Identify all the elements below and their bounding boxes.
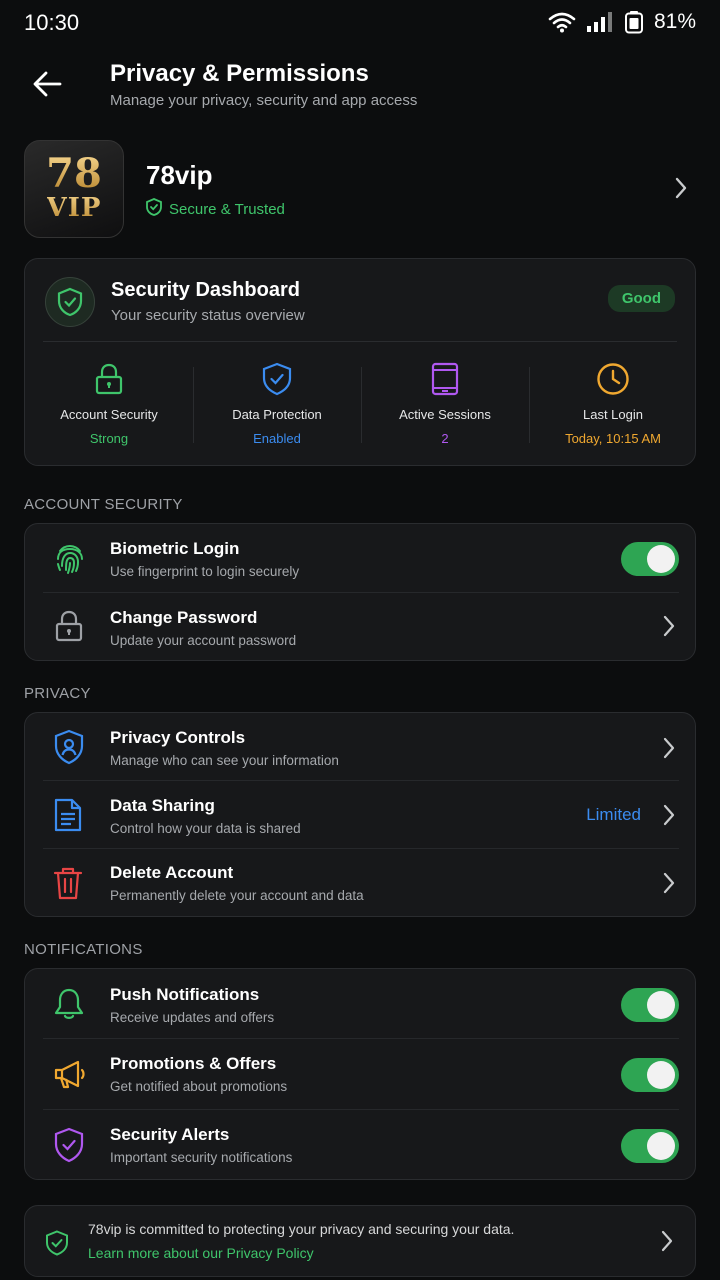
status-time: 10:30 xyxy=(24,10,80,35)
privacy-policy-banner[interactable]: 78vip is committed to protecting your pr… xyxy=(24,1205,696,1277)
stat-label: Active Sessions xyxy=(399,407,491,422)
security-dashboard: Security Dashboard Your security status … xyxy=(24,258,696,466)
account-security-card: Biometric Login Use fingerprint to login… xyxy=(24,523,696,661)
shield-check-icon xyxy=(262,359,292,399)
stat-last-login[interactable]: Last Login Today, 10:15 AM xyxy=(529,359,697,455)
lock-icon xyxy=(94,359,124,399)
document-icon xyxy=(53,797,83,838)
section-heading-account-security: ACCOUNT SECURITY xyxy=(24,496,183,513)
bell-icon xyxy=(53,987,85,1026)
row-change-password[interactable]: Change Password Update your account pass… xyxy=(25,593,697,662)
privacy-card: Privacy Controls Manage who can see your… xyxy=(24,712,696,917)
status-bar: 10:30 81% xyxy=(0,0,720,48)
section-heading-privacy: PRIVACY xyxy=(24,685,91,702)
notifications-card: Push Notifications Receive updates and o… xyxy=(24,968,696,1180)
shield-check-icon xyxy=(53,1127,85,1168)
chevron-right-icon[interactable] xyxy=(674,176,688,205)
row-title: Biometric Login xyxy=(110,539,240,558)
row-title: Security Alerts xyxy=(110,1125,230,1144)
stat-value: Enabled xyxy=(253,431,301,446)
battery-icon xyxy=(624,10,644,34)
wifi-icon xyxy=(548,11,576,33)
app-logo: 78 VIP xyxy=(24,140,124,238)
profile-card[interactable]: 78 VIP 78vip Secure & Trusted xyxy=(24,140,696,240)
device-icon xyxy=(430,359,460,399)
page-title: Privacy & Permissions xyxy=(110,60,369,87)
row-title: Promotions & Offers xyxy=(110,1054,277,1073)
chevron-right-icon xyxy=(663,615,675,642)
dashboard-stats: Account Security Strong Data Protection … xyxy=(25,359,697,455)
back-arrow-icon[interactable] xyxy=(28,66,68,102)
row-title: Push Notifications xyxy=(110,985,260,1004)
data-sharing-value: Limited xyxy=(586,805,641,824)
row-title: Privacy Controls xyxy=(110,728,246,747)
row-subtitle: Update your account password xyxy=(110,633,297,648)
privacy-policy-link[interactable]: Learn more about our Privacy Policy xyxy=(88,1245,314,1261)
row-privacy-controls[interactable]: Privacy Controls Manage who can see your… xyxy=(25,713,697,781)
shield-check-icon xyxy=(146,198,162,220)
section-heading-notifications: NOTIFICATIONS xyxy=(24,941,143,958)
row-security-alerts[interactable]: Security Alerts Important security notif… xyxy=(25,1110,697,1181)
divider xyxy=(43,341,677,342)
biometric-toggle[interactable] xyxy=(621,542,679,576)
clock-icon xyxy=(596,359,630,399)
fingerprint-icon xyxy=(53,542,87,581)
trash-icon xyxy=(53,865,83,906)
stat-account-security[interactable]: Account Security Strong xyxy=(25,359,193,455)
trust-badge: Secure & Trusted xyxy=(146,198,285,220)
row-subtitle: Important security notifications xyxy=(110,1150,293,1165)
dashboard-subtitle: Your security status overview xyxy=(111,307,305,324)
row-biometric-login[interactable]: Biometric Login Use fingerprint to login… xyxy=(25,524,697,593)
chevron-right-icon xyxy=(663,804,675,831)
row-subtitle: Use fingerprint to login securely xyxy=(110,564,300,579)
stat-label: Account Security xyxy=(60,407,158,422)
status-badge: Good xyxy=(607,285,675,312)
row-subtitle: Permanently delete your account and data xyxy=(110,888,364,903)
page-subtitle: Manage your privacy, security and app ac… xyxy=(110,92,418,109)
row-title: Change Password xyxy=(110,608,258,627)
row-promotions-offers[interactable]: Promotions & Offers Get notified about p… xyxy=(25,1039,697,1110)
row-subtitle: Receive updates and offers xyxy=(110,1010,275,1025)
row-title: Data Sharing xyxy=(110,796,215,815)
promotions-toggle[interactable] xyxy=(621,1058,679,1092)
dashboard-shield-icon xyxy=(45,277,95,327)
row-subtitle: Get notified about promotions xyxy=(110,1079,288,1094)
logo-number: 78 xyxy=(46,150,102,197)
user-shield-icon xyxy=(53,729,85,770)
stat-label: Data Protection xyxy=(232,407,322,422)
shield-check-icon xyxy=(45,1230,69,1261)
security-alerts-toggle[interactable] xyxy=(621,1129,679,1163)
dashboard-title: Security Dashboard xyxy=(111,279,300,301)
stat-data-protection[interactable]: Data Protection Enabled xyxy=(193,359,361,455)
row-title: Delete Account xyxy=(110,863,234,882)
stat-value: Strong xyxy=(89,431,129,446)
chevron-right-icon xyxy=(663,737,675,764)
row-subtitle: Manage who can see your information xyxy=(110,753,339,768)
lock-icon xyxy=(53,609,85,648)
footer-text: 78vip is committed to protecting your pr… xyxy=(88,1221,515,1237)
push-notifications-toggle[interactable] xyxy=(621,988,679,1022)
row-delete-account[interactable]: Delete Account Permanently delete your a… xyxy=(25,849,697,918)
stat-active-sessions[interactable]: Active Sessions 2 xyxy=(361,359,529,455)
row-data-sharing[interactable]: Data Sharing Control how your data is sh… xyxy=(25,781,697,849)
stat-label: Last Login xyxy=(583,407,643,422)
chevron-right-icon xyxy=(663,872,675,899)
row-subtitle: Control how your data is shared xyxy=(110,821,301,836)
profile-name: 78vip xyxy=(146,160,213,190)
stat-value: 2 xyxy=(441,431,449,446)
page-header: Privacy & Permissions Manage your privac… xyxy=(0,56,720,126)
chevron-right-icon xyxy=(661,1230,673,1257)
logo-text: VIP xyxy=(46,193,102,223)
signal-icon xyxy=(586,11,614,33)
trust-badge-label: Secure & Trusted xyxy=(169,200,285,218)
battery-percent: 81% xyxy=(653,10,696,33)
megaphone-icon xyxy=(53,1057,87,1096)
stat-value: Today, 10:15 AM xyxy=(565,431,661,446)
row-push-notifications[interactable]: Push Notifications Receive updates and o… xyxy=(25,969,697,1039)
